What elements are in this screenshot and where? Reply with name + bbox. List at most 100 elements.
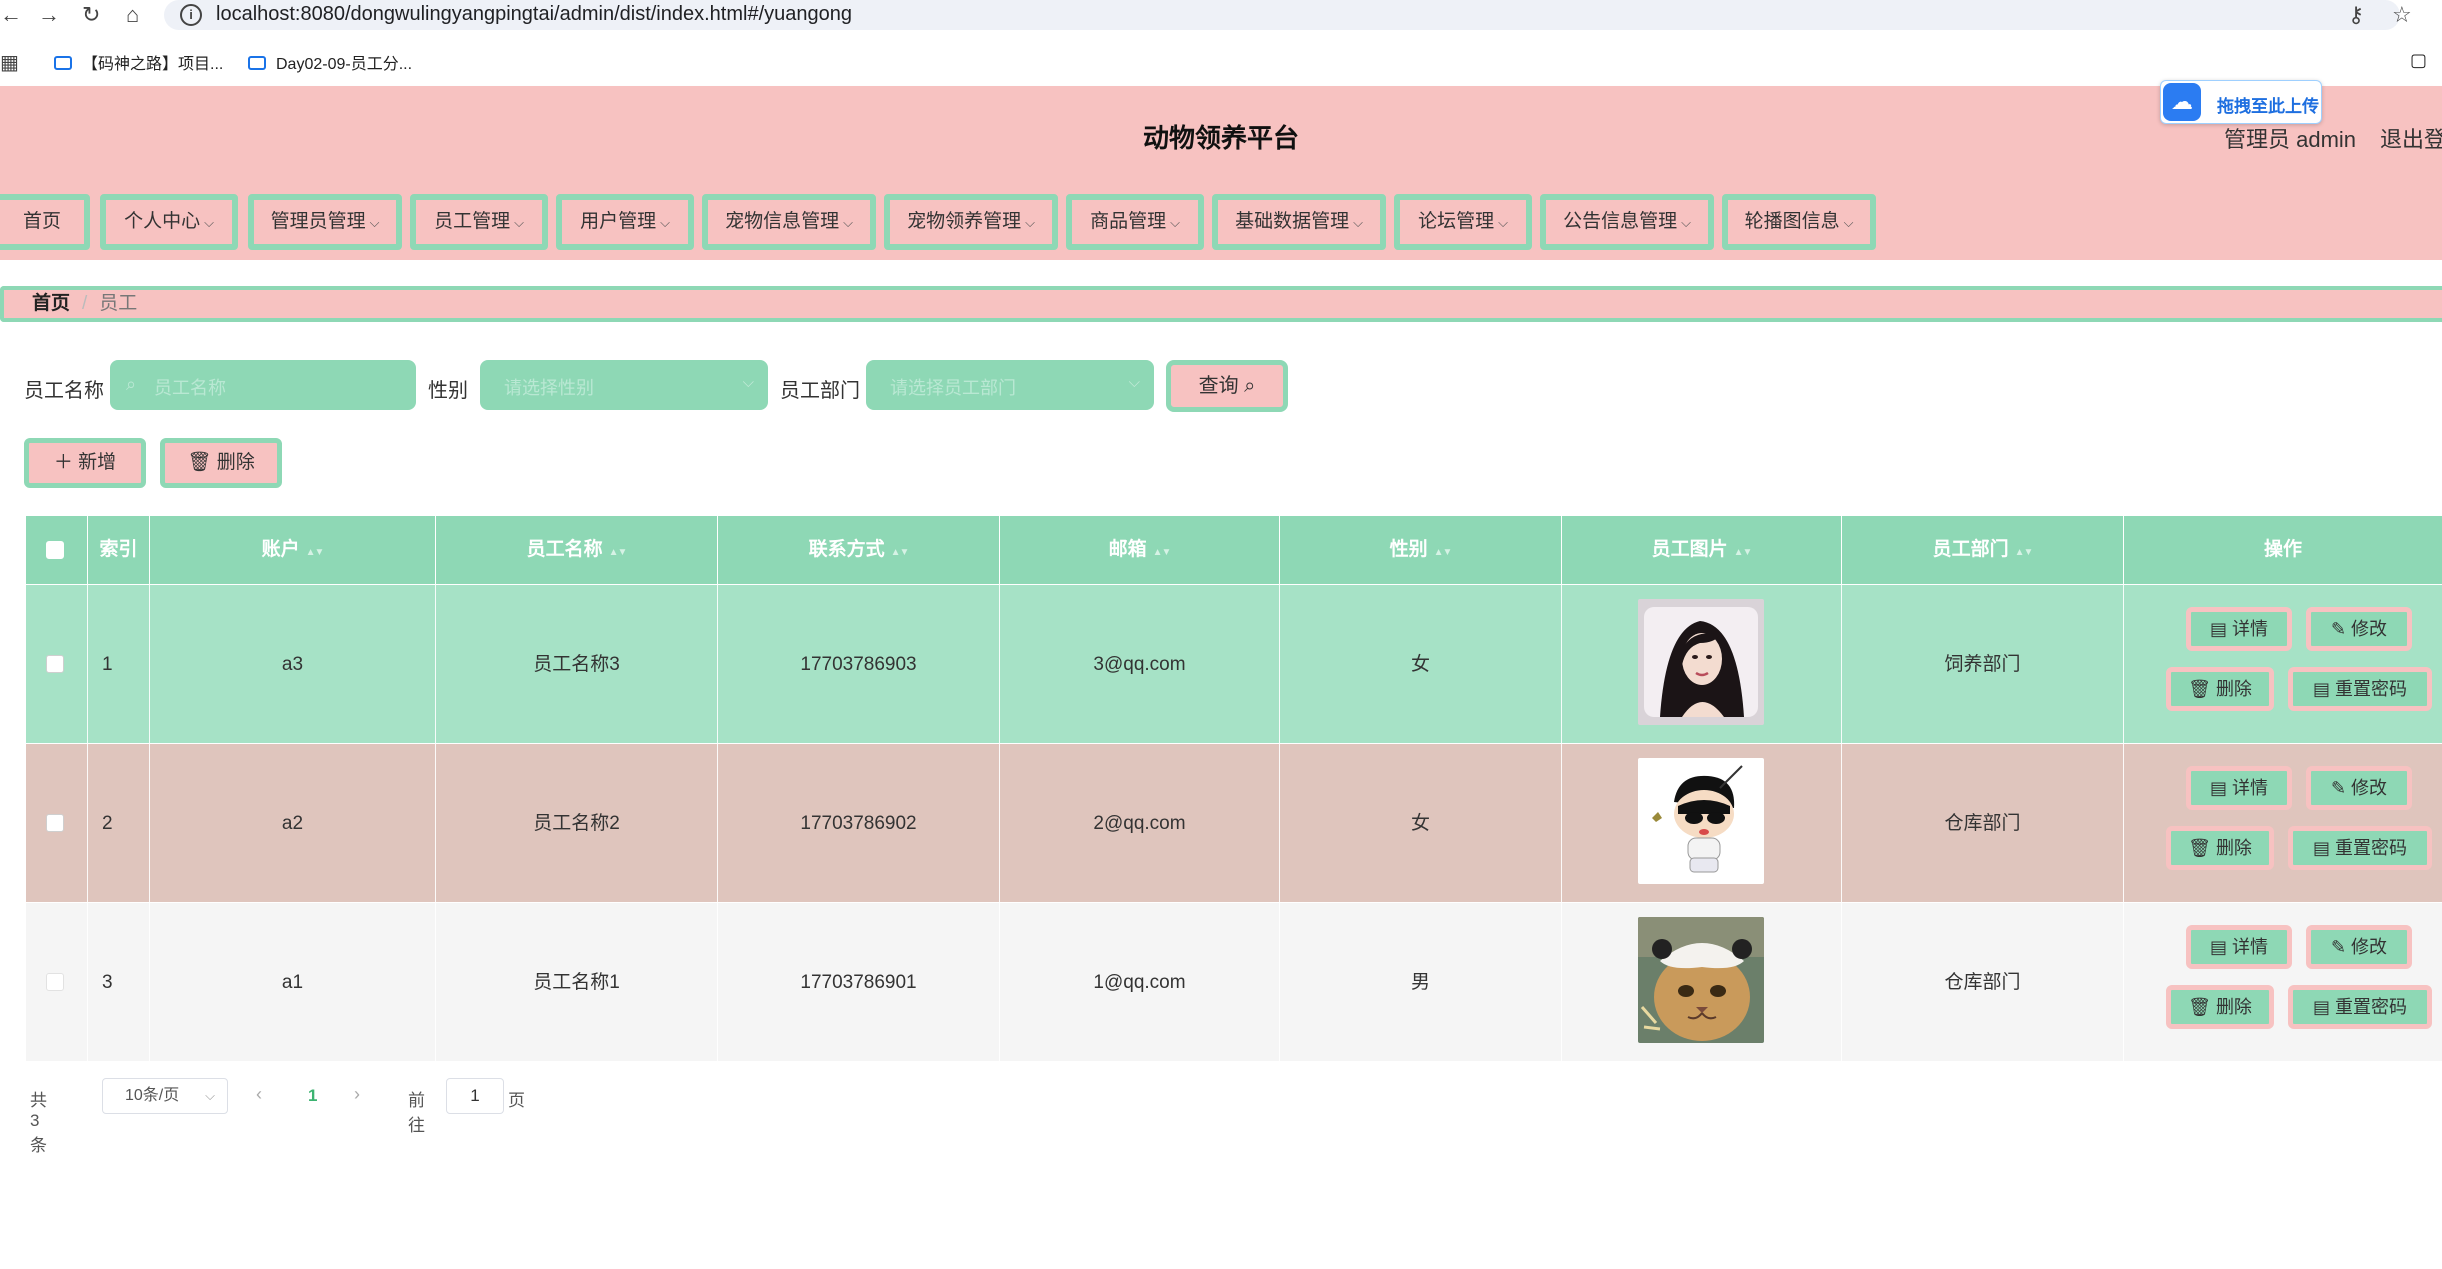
sort-icon[interactable]: ▲▼ (891, 547, 910, 558)
search-icon: ⌕ (126, 374, 137, 394)
name-filter-placeholder: 员工名称 (154, 378, 226, 398)
col-dept[interactable]: 员工部门 ▲▼ (1842, 516, 2124, 584)
menu-item-staff[interactable]: 员工管理 ⌵ (410, 194, 548, 250)
woman-portrait-image[interactable] (1638, 599, 1764, 725)
detail-button[interactable]: ▤ 详情 (2186, 607, 2292, 651)
reset-password-button[interactable]: ▤ 重置密码 (2288, 826, 2432, 870)
bookmarks-bar: ▦ 【码神之路】项目... Day02-09-员工分... ▢ (0, 44, 2442, 74)
reset-password-button[interactable]: ▤ 重置密码 (2288, 667, 2432, 711)
col-gender[interactable]: 性别 ▲▼ (1280, 516, 1562, 584)
menu-item-personal[interactable]: 个人中心 ⌵ (100, 194, 238, 250)
chevron-down-icon: ⌵ (1498, 215, 1508, 230)
breadcrumb-home[interactable]: 首页 (32, 293, 70, 314)
prev-page-icon[interactable]: ‹ (256, 1084, 262, 1105)
cell-name: 员工名称2 (436, 744, 718, 903)
next-page-icon[interactable]: › (354, 1084, 360, 1105)
goto-page-input[interactable]: 1 (446, 1078, 504, 1114)
col-account[interactable]: 账户 ▲▼ (150, 516, 436, 584)
edit-button[interactable]: ✎ 修改 (2306, 925, 2412, 969)
menu-item-users[interactable]: 用户管理 ⌵ (556, 194, 694, 250)
forward-icon[interactable]: → (38, 2, 60, 28)
cell-gender: 男 (1280, 903, 1562, 1062)
sort-icon[interactable]: ▲▼ (306, 547, 325, 558)
menu-item-forum[interactable]: 论坛管理 ⌵ (1394, 194, 1532, 250)
row-checkbox[interactable] (46, 814, 64, 832)
app-header: 动物领养平台 管理员 admin 退出登 (0, 86, 2442, 186)
reload-icon[interactable]: ↻ (82, 2, 100, 28)
sort-icon[interactable]: ▲▼ (1153, 547, 1172, 558)
col-name[interactable]: 员工名称 ▲▼ (436, 516, 718, 584)
search-icon: ⌕ (1244, 375, 1256, 397)
sort-icon[interactable]: ▲▼ (1734, 547, 1753, 558)
breadcrumb-separator: / (82, 293, 88, 314)
menu-item-home[interactable]: 首页 (0, 194, 90, 250)
cartoon-boy-image[interactable] (1638, 758, 1764, 884)
col-phone[interactable]: 联系方式 ▲▼ (718, 516, 1000, 584)
cell-dept: 仓库部门 (1842, 744, 2124, 903)
detail-button[interactable]: ▤ 详情 (2186, 766, 2292, 810)
edit-button[interactable]: ✎ 修改 (2306, 766, 2412, 810)
reset-password-button[interactable]: ▤ 重置密码 (2288, 985, 2432, 1029)
edit-button[interactable]: ✎ 修改 (2306, 607, 2412, 651)
sort-icon[interactable]: ▲▼ (1434, 547, 1453, 558)
name-filter-input[interactable]: ⌕ 员工名称 (110, 360, 416, 410)
sort-icon[interactable]: ▲▼ (2015, 547, 2034, 558)
gender-select[interactable]: 请选择性别 ⌵ (480, 360, 768, 410)
menu-item-goods[interactable]: 商品管理 ⌵ (1066, 194, 1204, 250)
logout-link[interactable]: 退出登 (2380, 122, 2442, 154)
bookmarks-folder-icon[interactable]: ▢ (2410, 50, 2427, 71)
cell-name: 员工名称1 (436, 903, 718, 1062)
dept-select-placeholder: 请选择员工部门 (890, 378, 1016, 398)
select-all-checkbox[interactable] (46, 541, 64, 559)
dept-filter-label: 员工部门 (780, 380, 860, 402)
cell-ops: ▤ 详情 ✎ 修改 🗑 删除 ▤ 重置密码 (2124, 585, 2442, 744)
cat-with-hat-image[interactable] (1638, 917, 1764, 1043)
dept-select[interactable]: 请选择员工部门 ⌵ (866, 360, 1154, 410)
menu-item-carousel[interactable]: 轮播图信息 ⌵ (1722, 194, 1876, 250)
delete-button[interactable]: 🗑 删除 (2166, 667, 2274, 711)
row-checkbox[interactable] (46, 973, 64, 991)
upload-badge[interactable]: ☁ 拖拽至此上传 (2160, 80, 2322, 124)
delete-button[interactable]: 🗑 删除 (2166, 985, 2274, 1029)
menu-item-notice[interactable]: 公告信息管理 ⌵ (1540, 194, 1714, 250)
upload-badge-label: 拖拽至此上传 (2217, 97, 2319, 116)
batch-delete-button[interactable]: 🗑 删除 (160, 438, 282, 488)
breadcrumb: 首页 / 员工 (0, 286, 2442, 322)
document-icon: ▤ (2209, 619, 2227, 639)
chevron-down-icon: ⌵ (1353, 215, 1363, 230)
admin-label: 管理员 admin (2224, 127, 2357, 152)
col-photo[interactable]: 员工图片 ▲▼ (1562, 516, 1842, 584)
trash-icon: 🗑 (2188, 679, 2211, 699)
site-info-icon[interactable]: i (180, 4, 202, 26)
page-title: 动物领养平台 (1142, 123, 1299, 153)
cell-name: 员工名称3 (436, 585, 718, 744)
menu-item-pet-info[interactable]: 宠物信息管理 ⌵ (702, 194, 876, 250)
home-icon[interactable]: ⌂ (126, 2, 139, 28)
url-text[interactable]: localhost:8080/dongwulingyangpingtai/adm… (216, 3, 852, 26)
row-checkbox[interactable] (46, 655, 64, 673)
detail-button[interactable]: ▤ 详情 (2186, 925, 2292, 969)
chevron-down-icon: ⌵ (1170, 215, 1180, 230)
goto-suffix: 页 (508, 1091, 525, 1110)
bookmark-star-icon[interactable]: ☆ (2392, 2, 2412, 28)
bookmark-item[interactable]: 【码神之路】项目... (54, 50, 223, 74)
current-page[interactable]: 1 (308, 1086, 317, 1106)
add-button[interactable]: ＋ 新增 (24, 438, 146, 488)
menu-item-base-data[interactable]: 基础数据管理 ⌵ (1212, 194, 1386, 250)
pencil-icon: ✎ (2330, 778, 2347, 798)
sort-icon[interactable]: ▲▼ (609, 547, 628, 558)
document-icon: ▤ (2209, 937, 2227, 957)
cell-phone: 17703786903 (718, 585, 1000, 744)
password-key-icon[interactable]: ⚷ (2348, 2, 2364, 28)
back-icon[interactable]: ← (0, 2, 22, 28)
menu-item-admin[interactable]: 管理员管理 ⌵ (248, 194, 402, 250)
delete-button[interactable]: 🗑 删除 (2166, 826, 2274, 870)
menu-item-pet-adopt[interactable]: 宠物领养管理 ⌵ (884, 194, 1058, 250)
bookmark-item[interactable]: Day02-09-员工分... (248, 50, 412, 74)
page-size-select[interactable]: 10条/页 ⌵ (102, 1078, 228, 1114)
chevron-down-icon: ⌵ (742, 374, 754, 391)
col-email[interactable]: 邮箱 ▲▼ (1000, 516, 1280, 584)
chevron-down-icon: ⌵ (660, 215, 670, 230)
apps-grid-icon[interactable]: ▦ (0, 50, 19, 75)
query-button[interactable]: 查询 ⌕ (1166, 360, 1288, 412)
